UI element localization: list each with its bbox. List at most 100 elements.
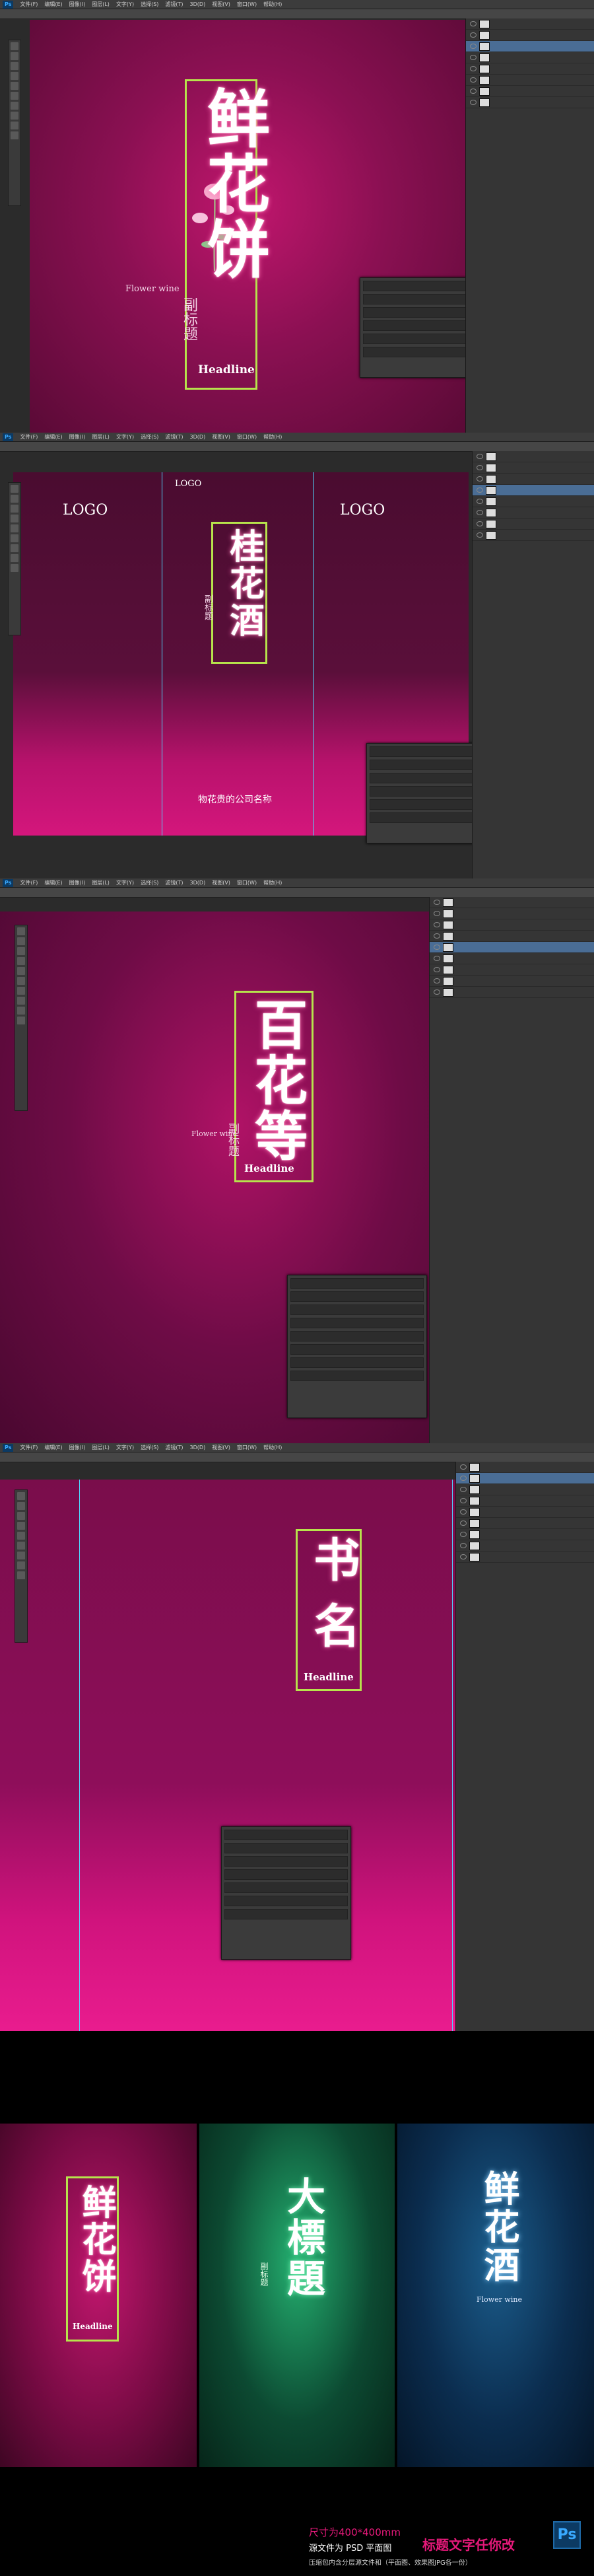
menu-edit[interactable]: 编辑(E) (44, 433, 62, 441)
layer-row[interactable] (456, 1552, 594, 1563)
page-title[interactable]: 百花等 (239, 997, 315, 1164)
layer-row[interactable] (430, 897, 594, 908)
menu-edit[interactable]: 编辑(E) (44, 1444, 62, 1451)
layer-row[interactable] (473, 507, 594, 519)
menu-window[interactable]: 窗口(W) (237, 1, 257, 8)
menu-edit[interactable]: 编辑(E) (44, 1, 62, 8)
eye-icon[interactable] (460, 1498, 467, 1503)
eye-icon[interactable] (460, 1543, 467, 1548)
eye-icon[interactable] (460, 1521, 467, 1526)
pen-tool-icon[interactable] (17, 1561, 25, 1569)
layer-row[interactable] (430, 976, 594, 987)
eye-icon[interactable] (470, 66, 477, 71)
menu-select[interactable]: 选择(S) (141, 1444, 158, 1451)
type-tool-icon[interactable] (17, 1571, 25, 1579)
layer-row[interactable] (430, 942, 594, 953)
brush-tool-icon[interactable] (17, 967, 25, 975)
eye-icon[interactable] (460, 1487, 467, 1492)
layer-row[interactable] (473, 462, 594, 474)
layer-row[interactable] (430, 987, 594, 998)
menu-view[interactable]: 视图(V) (212, 879, 230, 886)
brush-tool-icon[interactable] (11, 524, 18, 532)
eye-icon[interactable] (477, 476, 483, 482)
layer-row[interactable] (430, 931, 594, 942)
menu-type[interactable]: 文字(Y) (116, 433, 134, 441)
menu-select[interactable]: 选择(S) (141, 879, 158, 886)
hand-tool-icon[interactable] (11, 131, 18, 139)
eye-icon[interactable] (460, 1554, 467, 1559)
marquee-tool-icon[interactable] (17, 1502, 25, 1510)
layer-row[interactable] (456, 1529, 594, 1540)
eye-icon[interactable] (477, 510, 483, 515)
eye-icon[interactable] (470, 89, 477, 94)
type-tool-icon[interactable] (11, 122, 18, 129)
lasso-tool-icon[interactable] (11, 62, 18, 70)
page-title[interactable]: 桂花酒 (219, 528, 269, 639)
menu-file[interactable]: 文件(F) (20, 879, 38, 886)
layer-row[interactable] (473, 530, 594, 541)
layer-row[interactable] (473, 519, 594, 530)
layer-row[interactable] (473, 451, 594, 462)
gradient-tool-icon[interactable] (17, 1552, 25, 1559)
brush-tool-icon[interactable] (11, 82, 18, 90)
menu-help[interactable]: 帮助(H) (263, 433, 282, 441)
menu-file[interactable]: 文件(F) (20, 433, 38, 441)
layer-row[interactable] (456, 1518, 594, 1529)
eye-icon[interactable] (434, 945, 440, 950)
eye-icon[interactable] (470, 100, 477, 105)
marquee-tool-icon[interactable] (11, 52, 18, 60)
menu-type[interactable]: 文字(Y) (116, 1444, 134, 1451)
menu-help[interactable]: 帮助(H) (263, 1, 282, 8)
pen-tool-icon[interactable] (11, 112, 18, 120)
type-tool-icon[interactable] (17, 1007, 25, 1015)
lasso-tool-icon[interactable] (11, 505, 18, 513)
pen-tool-icon[interactable] (11, 554, 18, 562)
eye-icon[interactable] (434, 911, 440, 916)
layer-row[interactable] (466, 63, 594, 75)
menu-edit[interactable]: 编辑(E) (44, 879, 62, 886)
move-tool-icon[interactable] (17, 927, 25, 935)
menu-3d[interactable]: 3D(D) (190, 1445, 206, 1450)
eye-icon[interactable] (434, 956, 440, 961)
menu-view[interactable]: 视图(V) (212, 433, 230, 441)
menu-image[interactable]: 图像(I) (69, 1444, 86, 1451)
layer-row[interactable] (456, 1540, 594, 1552)
eye-icon[interactable] (477, 487, 483, 493)
menu-3d[interactable]: 3D(D) (190, 1, 206, 7)
menu-type[interactable]: 文字(Y) (116, 1, 134, 8)
layer-row[interactable] (430, 953, 594, 964)
page-title[interactable]: 书名 (300, 1536, 367, 1668)
crop-tool-icon[interactable] (17, 1522, 25, 1530)
move-tool-icon[interactable] (17, 1492, 25, 1500)
menu-image[interactable]: 图像(I) (69, 433, 86, 441)
hand-tool-icon[interactable] (17, 1017, 25, 1024)
eye-icon[interactable] (434, 967, 440, 972)
layer-row[interactable] (466, 30, 594, 41)
menu-window[interactable]: 窗口(W) (237, 433, 257, 441)
move-tool-icon[interactable] (11, 42, 18, 50)
menu-select[interactable]: 选择(S) (141, 1, 158, 8)
brush-tool-icon[interactable] (17, 1532, 25, 1540)
menu-window[interactable]: 窗口(W) (237, 879, 257, 886)
eye-icon[interactable] (434, 900, 440, 905)
eraser-tool-icon[interactable] (17, 1542, 25, 1550)
layer-row[interactable] (466, 41, 594, 52)
layer-row[interactable] (456, 1462, 594, 1473)
menu-window[interactable]: 窗口(W) (237, 1444, 257, 1451)
eye-icon[interactable] (477, 521, 483, 526)
menu-3d[interactable]: 3D(D) (190, 434, 206, 440)
layer-row[interactable] (473, 485, 594, 496)
gradient-tool-icon[interactable] (11, 102, 18, 110)
eye-icon[interactable] (477, 454, 483, 459)
layer-row[interactable] (466, 97, 594, 108)
layer-row[interactable] (466, 75, 594, 86)
menu-filter[interactable]: 滤镜(T) (165, 433, 183, 441)
eye-icon[interactable] (460, 1464, 467, 1470)
layer-row[interactable] (430, 964, 594, 976)
lasso-tool-icon[interactable] (17, 1512, 25, 1520)
eye-icon[interactable] (470, 77, 477, 83)
menu-image[interactable]: 图像(I) (69, 879, 86, 886)
eye-icon[interactable] (434, 989, 440, 995)
menu-filter[interactable]: 滤镜(T) (165, 879, 183, 886)
menu-layer[interactable]: 图层(L) (92, 1, 110, 8)
